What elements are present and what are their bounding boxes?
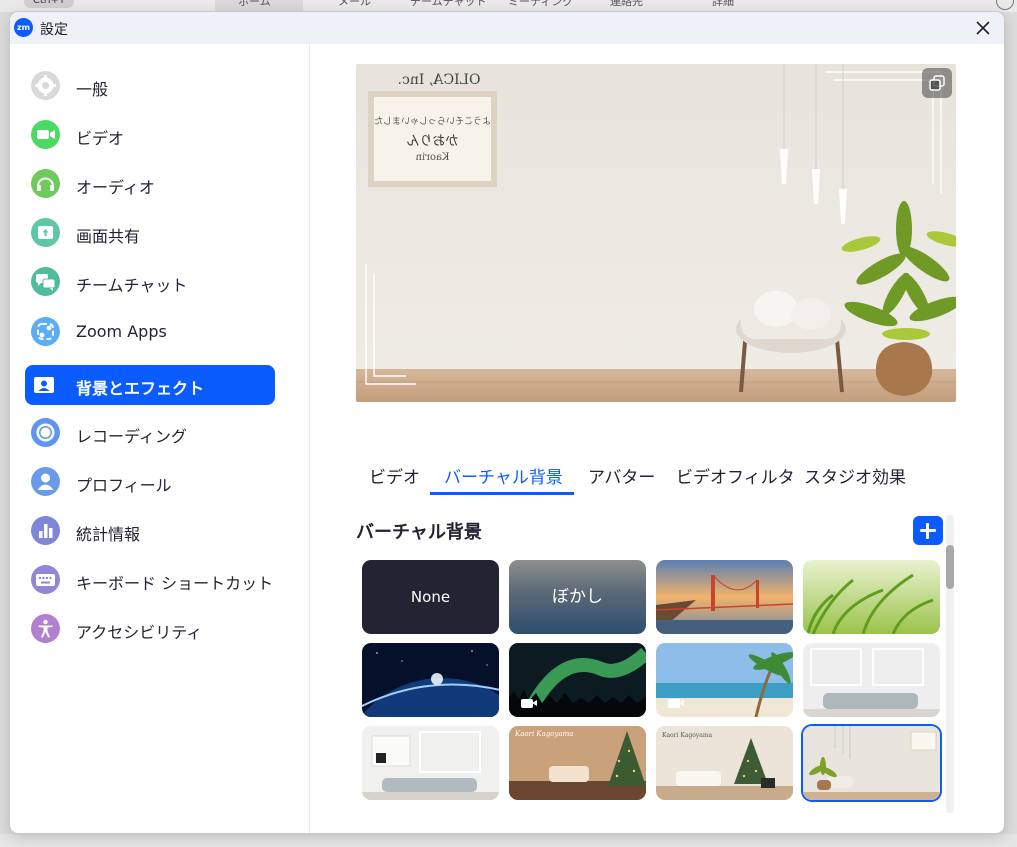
background-thumb-aurora[interactable] <box>509 643 646 717</box>
sidebar-item-video[interactable]: ビデオ <box>25 115 275 155</box>
sidebar-item-label: ビデオ <box>76 129 125 148</box>
background-tab: チームチャット <box>410 0 487 8</box>
shortcut-hint: Ctrl+T <box>24 0 74 8</box>
video-icon <box>521 699 537 708</box>
sidebar-item-label: 統計情報 <box>76 525 141 544</box>
tab-avatar[interactable]: アバター <box>588 463 655 488</box>
background-tab: 連絡先 <box>610 0 643 8</box>
sidebar-item-label: チームチャット <box>76 276 188 295</box>
record-icon <box>31 418 60 447</box>
background-thumb-blur[interactable]: ぼかし <box>509 560 646 634</box>
preview-frame-line: ようこそいらっしゃいました <box>373 117 491 127</box>
preview-frame-title: OLICA, Inc. <box>397 72 481 88</box>
sidebar-item-profile[interactable]: プロフィール <box>25 462 275 502</box>
sidebar-item-recording[interactable]: レコーディング <box>25 413 275 453</box>
share-screen-icon <box>31 218 60 247</box>
headphones-icon <box>31 169 60 198</box>
sidebar-item-audio[interactable]: オーディオ <box>25 164 275 204</box>
sidebar-item-label: Zoom Apps <box>76 322 167 341</box>
background-tab: メール <box>338 0 371 8</box>
tab-video-filter[interactable]: ビデオフィルタ <box>676 463 795 488</box>
video-camera-icon <box>31 120 60 149</box>
background-thumb-christmas-room[interactable]: Kaori Kagoyama <box>509 726 646 800</box>
sidebar-item-label: アクセシビリティ <box>76 623 203 642</box>
settings-window: zm 設定 一般 ビデオ オーディオ 画面共有 チームチャット Zoom App… <box>10 12 1004 833</box>
background-tab: ホーム <box>238 0 271 8</box>
close-button[interactable] <box>968 14 998 42</box>
thumb-label: None <box>410 588 451 606</box>
section-title: バーチャル背景 <box>356 522 482 543</box>
copy-icon <box>929 75 945 91</box>
sidebar-item-label: 一般 <box>76 80 109 99</box>
sidebar-item-label: 背景とエフェクト <box>76 379 205 398</box>
tab-video[interactable]: ビデオ <box>369 463 420 488</box>
sidebar-item-general[interactable]: 一般 <box>25 66 275 106</box>
background-thumb-christmas-tree-room[interactable]: Kaori Kagoyama <box>656 726 793 800</box>
background-thumb-olica-room[interactable] <box>803 726 940 800</box>
video-icon <box>668 699 684 708</box>
background-thumb-grass[interactable] <box>803 560 940 634</box>
sidebar-item-label: レコーディング <box>76 427 187 446</box>
olica-room-image <box>803 726 940 800</box>
grass-image <box>803 560 940 634</box>
sidebar-item-team-chat[interactable]: チームチャット <box>25 262 275 302</box>
zoom-logo-icon: zm <box>14 18 33 37</box>
tab-virtual-background[interactable]: バーチャル背景 <box>444 463 563 488</box>
scrollbar[interactable] <box>946 515 954 813</box>
preview-frame-line: Kaorin <box>415 152 450 163</box>
scrollbar-thumb[interactable] <box>946 545 954 589</box>
thumb-label: ぼかし <box>552 587 603 607</box>
window-title: 設定 <box>40 22 68 38</box>
effects-tabs: ビデオ バーチャル背景 アバター ビデオフィルタ スタジオ効果 <box>356 457 956 495</box>
background-thumb-beach[interactable] <box>656 643 793 717</box>
sidebar-item-statistics[interactable]: 統計情報 <box>25 511 275 551</box>
sidebar-item-label: 画面共有 <box>76 227 141 246</box>
background-tab: 詳細 <box>712 0 734 8</box>
title-bar: zm 設定 <box>10 12 1004 44</box>
background-thumb-golden-gate[interactable] <box>656 560 793 634</box>
background-preview: OLICA, Inc. ようこそいらっしゃいました かおりん Kaorin <box>356 64 956 402</box>
background-thumb-earth[interactable] <box>362 643 499 717</box>
copy-button[interactable] <box>922 68 952 98</box>
sidebar-item-label: プロフィール <box>76 476 172 495</box>
sidebar-item-background-effects[interactable]: 背景とエフェクト <box>25 365 275 405</box>
active-tab-indicator <box>430 492 574 495</box>
sidebar-item-label: キーボード ショートカット <box>76 574 274 593</box>
chat-bubbles-icon <box>31 267 60 296</box>
thumb-caption: Kaori Kagoyama <box>515 730 574 738</box>
tab-studio-effects[interactable]: スタジオ効果 <box>804 463 906 488</box>
background-thumb-white-room[interactable] <box>803 643 940 717</box>
apps-icon <box>31 317 60 346</box>
sidebar-item-screen-share[interactable]: 画面共有 <box>25 213 275 253</box>
sidebar-item-keyboard-shortcuts[interactable]: キーボード ショートカット <box>25 560 275 600</box>
person-icon <box>31 467 60 496</box>
background-tab: ミーティング <box>508 0 574 8</box>
white-room-qr-image <box>362 726 499 800</box>
white-room-image <box>803 643 940 717</box>
golden-gate-image <box>656 560 793 634</box>
background-app-bottom <box>0 834 1017 847</box>
gear-icon <box>31 71 60 100</box>
sidebar-item-zoom-apps[interactable]: Zoom Apps <box>25 312 275 352</box>
add-background-button[interactable] <box>913 516 943 545</box>
bar-chart-icon <box>31 516 60 545</box>
earth-space-image <box>362 643 499 717</box>
settings-sidebar: 一般 ビデオ オーディオ 画面共有 チームチャット Zoom Apps 背景とエ… <box>10 44 310 833</box>
background-thumb-white-room-qr[interactable] <box>362 726 499 800</box>
portrait-icon <box>34 375 54 395</box>
preview-frame-line: かおりん <box>406 134 459 149</box>
keyboard-icon <box>31 565 60 594</box>
accessibility-icon <box>31 614 60 643</box>
background-thumb-none[interactable]: None <box>362 560 499 634</box>
thumb-caption: Kaori Kagoyama <box>662 732 713 739</box>
close-icon <box>976 21 990 35</box>
sidebar-item-label: オーディオ <box>76 178 155 197</box>
sidebar-item-accessibility[interactable]: アクセシビリティ <box>25 609 275 649</box>
